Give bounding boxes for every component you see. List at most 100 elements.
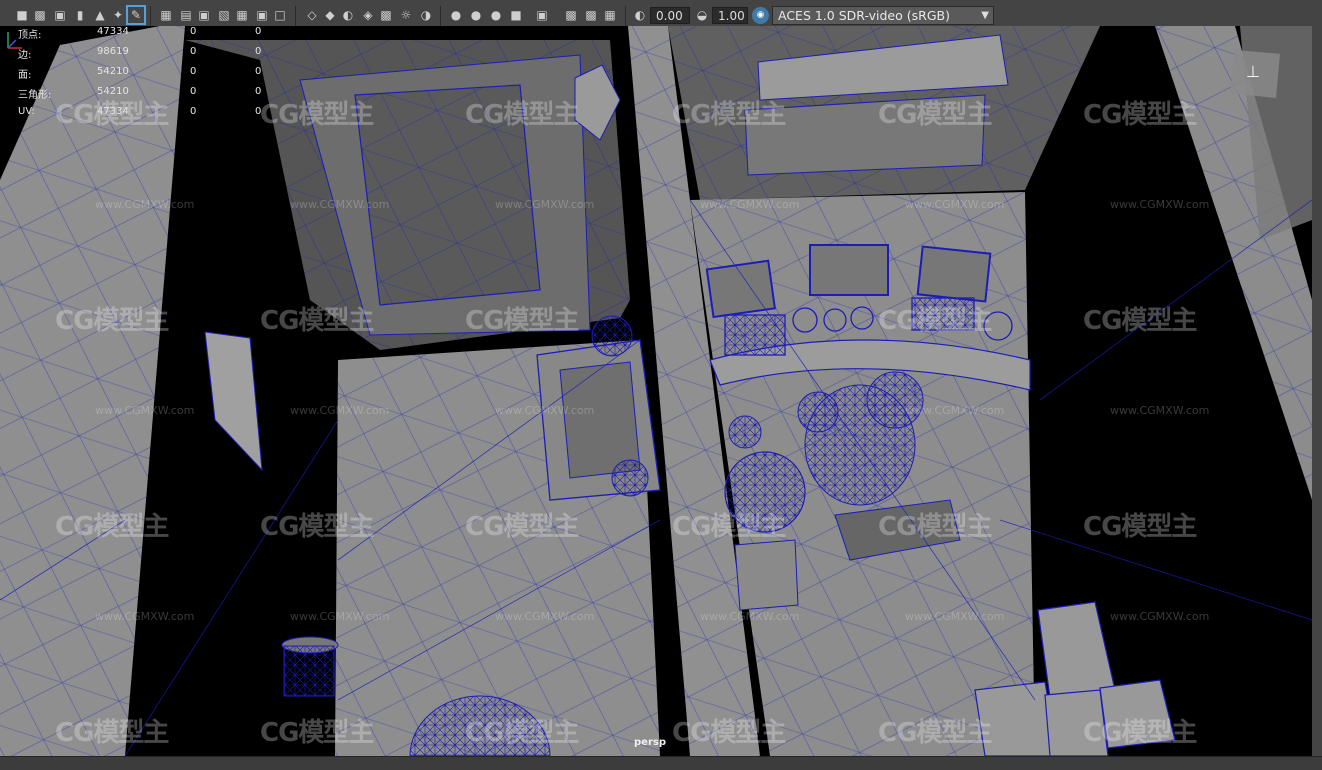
watermark-logo: CG模型主 [878,306,992,336]
hud-value: 0 [255,106,262,117]
safe-action-icon[interactable]: ▣ [254,7,270,23]
watermark-logo: CG模型主 [878,512,992,542]
hud-value: 0 [190,86,197,97]
watermark-logo: CG模型主 [55,512,169,542]
trash-bin [281,636,339,697]
watermark-url: www.CGMXW.com [290,610,390,623]
side-panel [204,331,263,472]
hud-value: 0 [190,26,197,37]
xray-components-icon[interactable]: ▩ [583,7,599,23]
hud-value: 0 [190,46,197,57]
watermark-url: www.CGMXW.com [290,198,390,211]
xray-icon[interactable]: ▣ [534,7,550,23]
default-material-icon[interactable]: ◐ [340,7,356,23]
scene-wireframe [0,26,1312,756]
watermark-logo: CG模型主 [465,100,579,130]
bookmark-icon[interactable]: ▮ [72,7,88,23]
motion-blur-icon[interactable]: ● [468,7,484,23]
watermark-logo: CG模型主 [260,512,374,542]
side-cabinet [734,539,799,611]
hud-value: 54210 [97,66,129,77]
safe-title-icon[interactable]: □ [272,7,288,23]
hud-value: 98619 [97,46,129,57]
watermark-logo: CG模型主 [55,718,169,748]
perspective-viewport[interactable]: CG模型主 CG模型主 CG模型主 CG模型主 CG模型主 CG模型主 CG模型… [0,26,1312,756]
view-cube-face-icon[interactable]: ⊥ [1246,62,1260,81]
hud-value: 54210 [97,86,129,97]
gamma-icon[interactable]: ◒ [694,7,710,23]
shadows-icon[interactable]: ◑ [418,7,434,23]
textured-icon[interactable]: ▩ [378,7,394,23]
hud-label: 三角形: [18,90,52,101]
exposure-field[interactable]: 0.00 [650,7,690,24]
hud-value: 47334 [97,26,129,37]
watermark-logo: CG模型主 [1083,512,1197,542]
color-management-icon[interactable]: ◉ [752,7,769,24]
xray-active-icon[interactable]: ▦ [602,7,618,23]
watermark-logo: CG模型主 [465,718,579,748]
watermark-url: www.CGMXW.com [905,198,1005,211]
gate-mask-icon[interactable]: ▧ [216,7,232,23]
camera-icon[interactable]: ■ [14,7,30,23]
hud-value: 0 [255,26,262,37]
color-space-label: ACES 1.0 SDR-video (sRGB) [778,8,950,23]
watermark-url: www.CGMXW.com [700,610,800,623]
watermark-logo: CG模型主 [878,100,992,130]
resolution-gate-icon[interactable]: ▣ [196,7,212,23]
anti-aliasing-icon[interactable]: ● [488,7,504,23]
watermark-url: www.CGMXW.com [495,198,595,211]
wireframe-on-shaded-icon[interactable]: ◈ [360,7,376,23]
camera-name-label: persp [634,737,666,748]
exposure-icon[interactable]: ◐ [632,7,648,23]
smooth-shade-icon[interactable]: ◆ [322,7,338,23]
chevron-down-icon: ▼ [981,10,989,21]
watermark-logo: CG模型主 [1083,718,1197,748]
axis-gizmo [7,32,22,49]
monitor-3 [916,245,992,303]
watermark-url: www.CGMXW.com [1110,404,1210,417]
hud-value: 0 [190,66,197,77]
film-gate-icon[interactable]: ▤ [178,7,194,23]
watermark-logo: CG模型主 [260,100,374,130]
xray-joints-icon[interactable]: ▩ [563,7,579,23]
watermark-logo: CG模型主 [672,512,786,542]
image-plane-icon[interactable]: ▲ [92,7,108,23]
watermark-url: www.CGMXW.com [495,610,595,623]
hud-value: 0 [255,46,262,57]
hud-value: 0 [255,66,262,77]
wireframe-icon[interactable]: ◇ [304,7,320,23]
watermark-url: www.CGMXW.com [905,404,1005,417]
grease-pencil-icon[interactable]: ✎ [126,5,146,25]
watermark-logo: CG模型主 [672,100,786,130]
panel-border [1312,26,1322,769]
camera-attributes-icon[interactable]: ▩ [32,7,48,23]
watermark-logo: CG模型主 [672,718,786,748]
watermark-url: www.CGMXW.com [95,404,195,417]
watermark-url: www.CGMXW.com [95,198,195,211]
gamma-field[interactable]: 1.00 [712,7,748,24]
watermark-url: www.CGMXW.com [290,404,390,417]
camera-lock-icon[interactable]: ▣ [52,7,68,23]
hud-value: 47334 [97,106,129,117]
watermark-logo: CG模型主 [878,718,992,748]
watermark-url: www.CGMXW.com [1110,198,1210,211]
field-chart-icon[interactable]: ▦ [234,7,250,23]
2d-pan-icon[interactable]: ✦ [110,7,126,23]
hud-value: 0 [255,86,262,97]
watermark-url: www.CGMXW.com [1110,610,1210,623]
watermark-logo: CG模型主 [1083,306,1197,336]
grid-icon[interactable]: ▦ [158,7,174,23]
watermark-logo: CG模型主 [260,306,374,336]
watermark-logo: CG模型主 [1083,100,1197,130]
isolate-select-icon[interactable]: ■ [508,7,524,23]
color-space-dropdown[interactable]: ACES 1.0 SDR-video (sRGB) ▼ [772,6,994,25]
screen-space-ao-icon[interactable]: ● [448,7,464,23]
watermark-url: www.CGMXW.com [95,610,195,623]
hud-value: 0 [190,106,197,117]
time-slider-strip[interactable] [0,756,1322,770]
use-all-lights-icon[interactable]: ☼ [398,7,414,23]
watermark-logo: CG模型主 [465,512,579,542]
watermark-logo: CG模型主 [465,306,579,336]
watermark-logo: CG模型主 [260,718,374,748]
monitor-2 [809,244,889,296]
